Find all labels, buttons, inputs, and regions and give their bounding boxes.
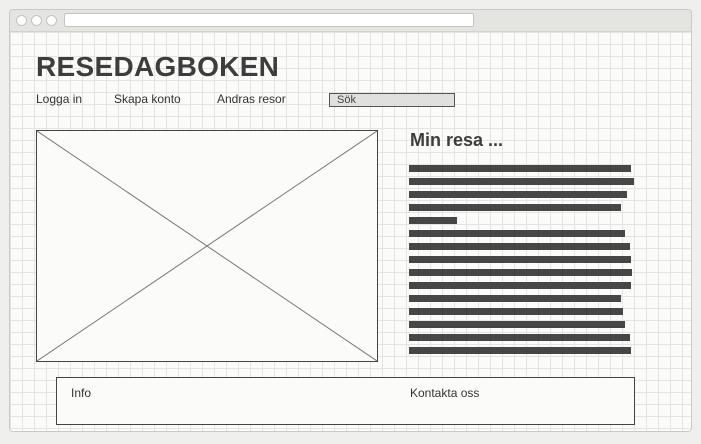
- text-line: [409, 256, 631, 263]
- article-title: Min resa ...: [410, 130, 504, 150]
- footer-info-link[interactable]: Info: [71, 386, 91, 400]
- text-line: [409, 230, 625, 237]
- window-maximize-icon[interactable]: [46, 15, 57, 26]
- text-line: [409, 308, 623, 315]
- text-line: [409, 334, 630, 341]
- text-line: [409, 243, 630, 250]
- image-placeholder-cross-icon: [37, 131, 377, 361]
- text-line: [409, 321, 625, 328]
- text-line: [409, 282, 631, 289]
- site-logo[interactable]: RESEDAGBOKEN: [36, 51, 279, 83]
- browser-window: RESEDAGBOKEN Logga in Skapa konto Andras…: [9, 9, 692, 432]
- text-line: [409, 204, 621, 211]
- address-bar[interactable]: [64, 13, 474, 27]
- window-minimize-icon[interactable]: [31, 15, 42, 26]
- text-line: [409, 191, 627, 198]
- nav-create-account-link[interactable]: Skapa konto: [114, 92, 181, 106]
- window-close-icon[interactable]: [16, 15, 27, 26]
- footer: Info Kontakta oss: [56, 377, 635, 425]
- text-line: [409, 165, 631, 172]
- browser-titlebar: [10, 10, 691, 32]
- nav-login-link[interactable]: Logga in: [36, 92, 82, 106]
- text-line: [409, 295, 621, 302]
- image-placeholder: [36, 130, 378, 362]
- search-field[interactable]: Sök: [329, 93, 455, 107]
- text-line: [409, 178, 634, 185]
- nav-other-trips-link[interactable]: Andras resor: [217, 92, 286, 106]
- text-line: [409, 217, 457, 224]
- text-line: [409, 269, 632, 276]
- footer-contact-link[interactable]: Kontakta oss: [410, 386, 479, 400]
- page-canvas: RESEDAGBOKEN Logga in Skapa konto Andras…: [10, 32, 691, 431]
- text-line: [409, 347, 631, 354]
